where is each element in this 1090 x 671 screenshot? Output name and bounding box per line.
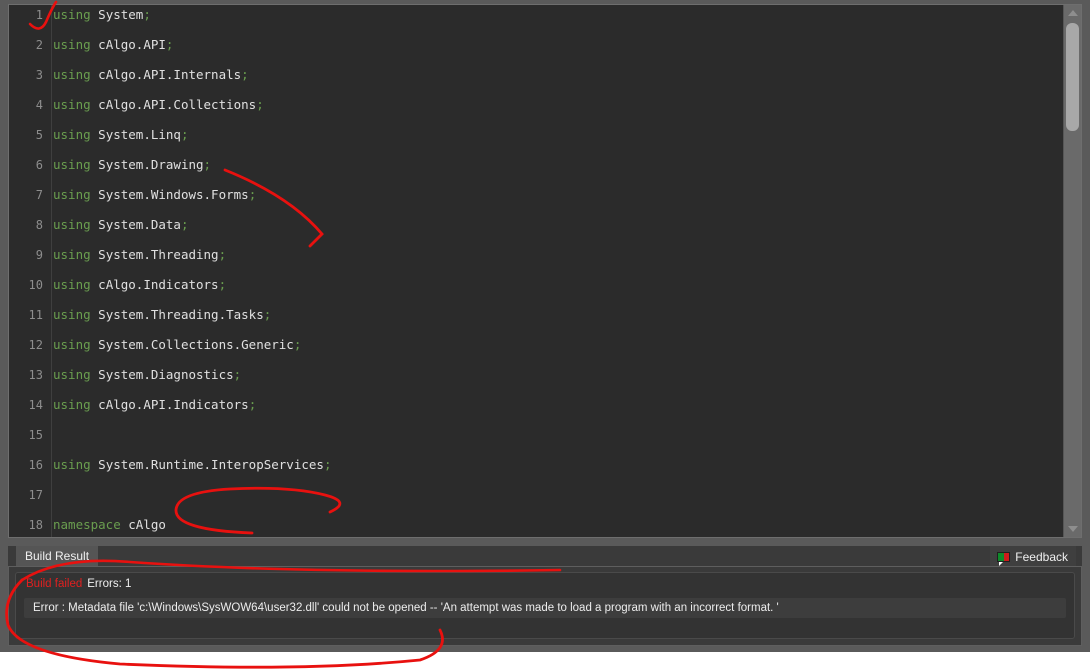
line-number: 14 [28, 398, 43, 412]
code-line[interactable]: 16 using System.Runtime.InteropServices; [9, 457, 1062, 472]
line-number: 12 [28, 338, 43, 352]
feedback-button[interactable]: Feedback [990, 546, 1076, 566]
code-line[interactable]: 1 using System; [9, 7, 1062, 22]
line-number: 1 [35, 8, 43, 22]
code-line[interactable]: 18 namespace cAlgo [9, 517, 1062, 532]
source-code[interactable]: 1 using System; 2 using cAlgo.API; 3 using cA… [9, 7, 1062, 537]
build-error-count: Errors: 1 [87, 578, 132, 590]
code-line-text: namespace cAlgo [53, 517, 166, 532]
line-number: 13 [28, 368, 43, 382]
code-line-text: using System.Drawing; [53, 157, 212, 172]
line-number: 4 [35, 98, 43, 112]
line-number: 17 [28, 488, 43, 502]
code-line[interactable]: 9 using System.Threading; [9, 247, 1062, 262]
tab-build-result-label: Build Result [25, 549, 90, 563]
tab-build-result[interactable]: Build Result [16, 546, 99, 566]
code-line-text: using cAlgo.API.Indicators; [53, 397, 257, 412]
line-number: 6 [35, 158, 43, 172]
scroll-up-arrow-icon[interactable] [1064, 5, 1081, 21]
code-line-text: using System.Data; [53, 217, 189, 232]
build-error-row[interactable]: Error : Metadata file 'c:\Windows\SysWOW… [24, 598, 1066, 618]
line-number: 10 [28, 278, 43, 292]
ctrader-algo-window: 1 using System; 2 using cAlgo.API; 3 using cA… [0, 0, 1090, 652]
line-number: 8 [35, 218, 43, 232]
code-line[interactable]: 13 using System.Diagnostics; [9, 367, 1062, 382]
editor-vertical-scrollbar[interactable] [1063, 5, 1081, 537]
code-line[interactable]: 6 using System.Drawing; [9, 157, 1062, 172]
line-number: 5 [35, 128, 43, 142]
code-line[interactable]: 5 using System.Linq; [9, 127, 1062, 142]
line-number: 16 [28, 458, 43, 472]
line-number: 3 [35, 68, 43, 82]
code-line[interactable]: 8 using System.Data; [9, 217, 1062, 232]
build-status: Build failed Errors: 1 [26, 578, 131, 590]
feedback-bubble-icon [997, 552, 1011, 566]
line-number: 2 [35, 38, 43, 52]
code-line[interactable]: 17 [9, 487, 1062, 502]
code-line[interactable]: 2 using cAlgo.API; [9, 37, 1062, 52]
line-number: 15 [28, 428, 43, 442]
line-number: 7 [35, 188, 43, 202]
code-line-text: using System.Runtime.InteropServices; [53, 457, 332, 472]
line-number: 9 [35, 248, 43, 262]
code-line[interactable]: 14 using cAlgo.API.Indicators; [9, 397, 1062, 412]
code-line[interactable]: 15 [9, 427, 1062, 442]
code-line[interactable]: 3 using cAlgo.API.Internals; [9, 67, 1062, 82]
line-number: 18 [28, 518, 43, 532]
code-line-text: using cAlgo.API; [53, 37, 174, 52]
code-editor-viewport[interactable]: 1 using System; 2 using cAlgo.API; 3 using cA… [9, 5, 1062, 537]
code-line-text: using System.Windows.Forms; [53, 187, 257, 202]
build-error-message: Error : Metadata file 'c:\Windows\SysWOW… [33, 602, 779, 614]
scroll-down-arrow-icon[interactable] [1064, 521, 1081, 537]
line-number: 11 [28, 308, 43, 322]
build-result-body: Build failed Errors: 1 Error : Metadata f… [8, 566, 1082, 646]
code-line[interactable]: 12 using System.Collections.Generic; [9, 337, 1062, 352]
build-result-section: Build Result Feedback Build failed Errors… [8, 546, 1082, 646]
code-line[interactable]: 11 using System.Threading.Tasks; [9, 307, 1062, 322]
code-line[interactable]: 7 using System.Windows.Forms; [9, 187, 1062, 202]
code-line-text: using cAlgo.API.Internals; [53, 67, 249, 82]
build-result-list[interactable]: Build failed Errors: 1 Error : Metadata f… [15, 572, 1075, 639]
feedback-label: Feedback [1015, 550, 1068, 564]
build-status-failed-label: Build failed [26, 578, 83, 590]
code-line-text: using cAlgo.API.Collections; [53, 97, 264, 112]
code-line-text: using System.Threading.Tasks; [53, 307, 272, 322]
code-line[interactable]: 10 using cAlgo.Indicators; [9, 277, 1062, 292]
code-editor-panel[interactable]: 1 using System; 2 using cAlgo.API; 3 using cA… [8, 4, 1082, 538]
scrollbar-thumb[interactable] [1066, 23, 1079, 131]
code-line-text: using System.Diagnostics; [53, 367, 242, 382]
code-line-text: using System; [53, 7, 151, 22]
code-line-text: using System.Linq; [53, 127, 189, 142]
code-line-text: using System.Collections.Generic; [53, 337, 302, 352]
build-tabstrip: Build Result Feedback [8, 546, 1082, 566]
code-line[interactable]: 4 using cAlgo.API.Collections; [9, 97, 1062, 112]
code-line-text: using cAlgo.Indicators; [53, 277, 227, 292]
code-line-text: using System.Threading; [53, 247, 227, 262]
